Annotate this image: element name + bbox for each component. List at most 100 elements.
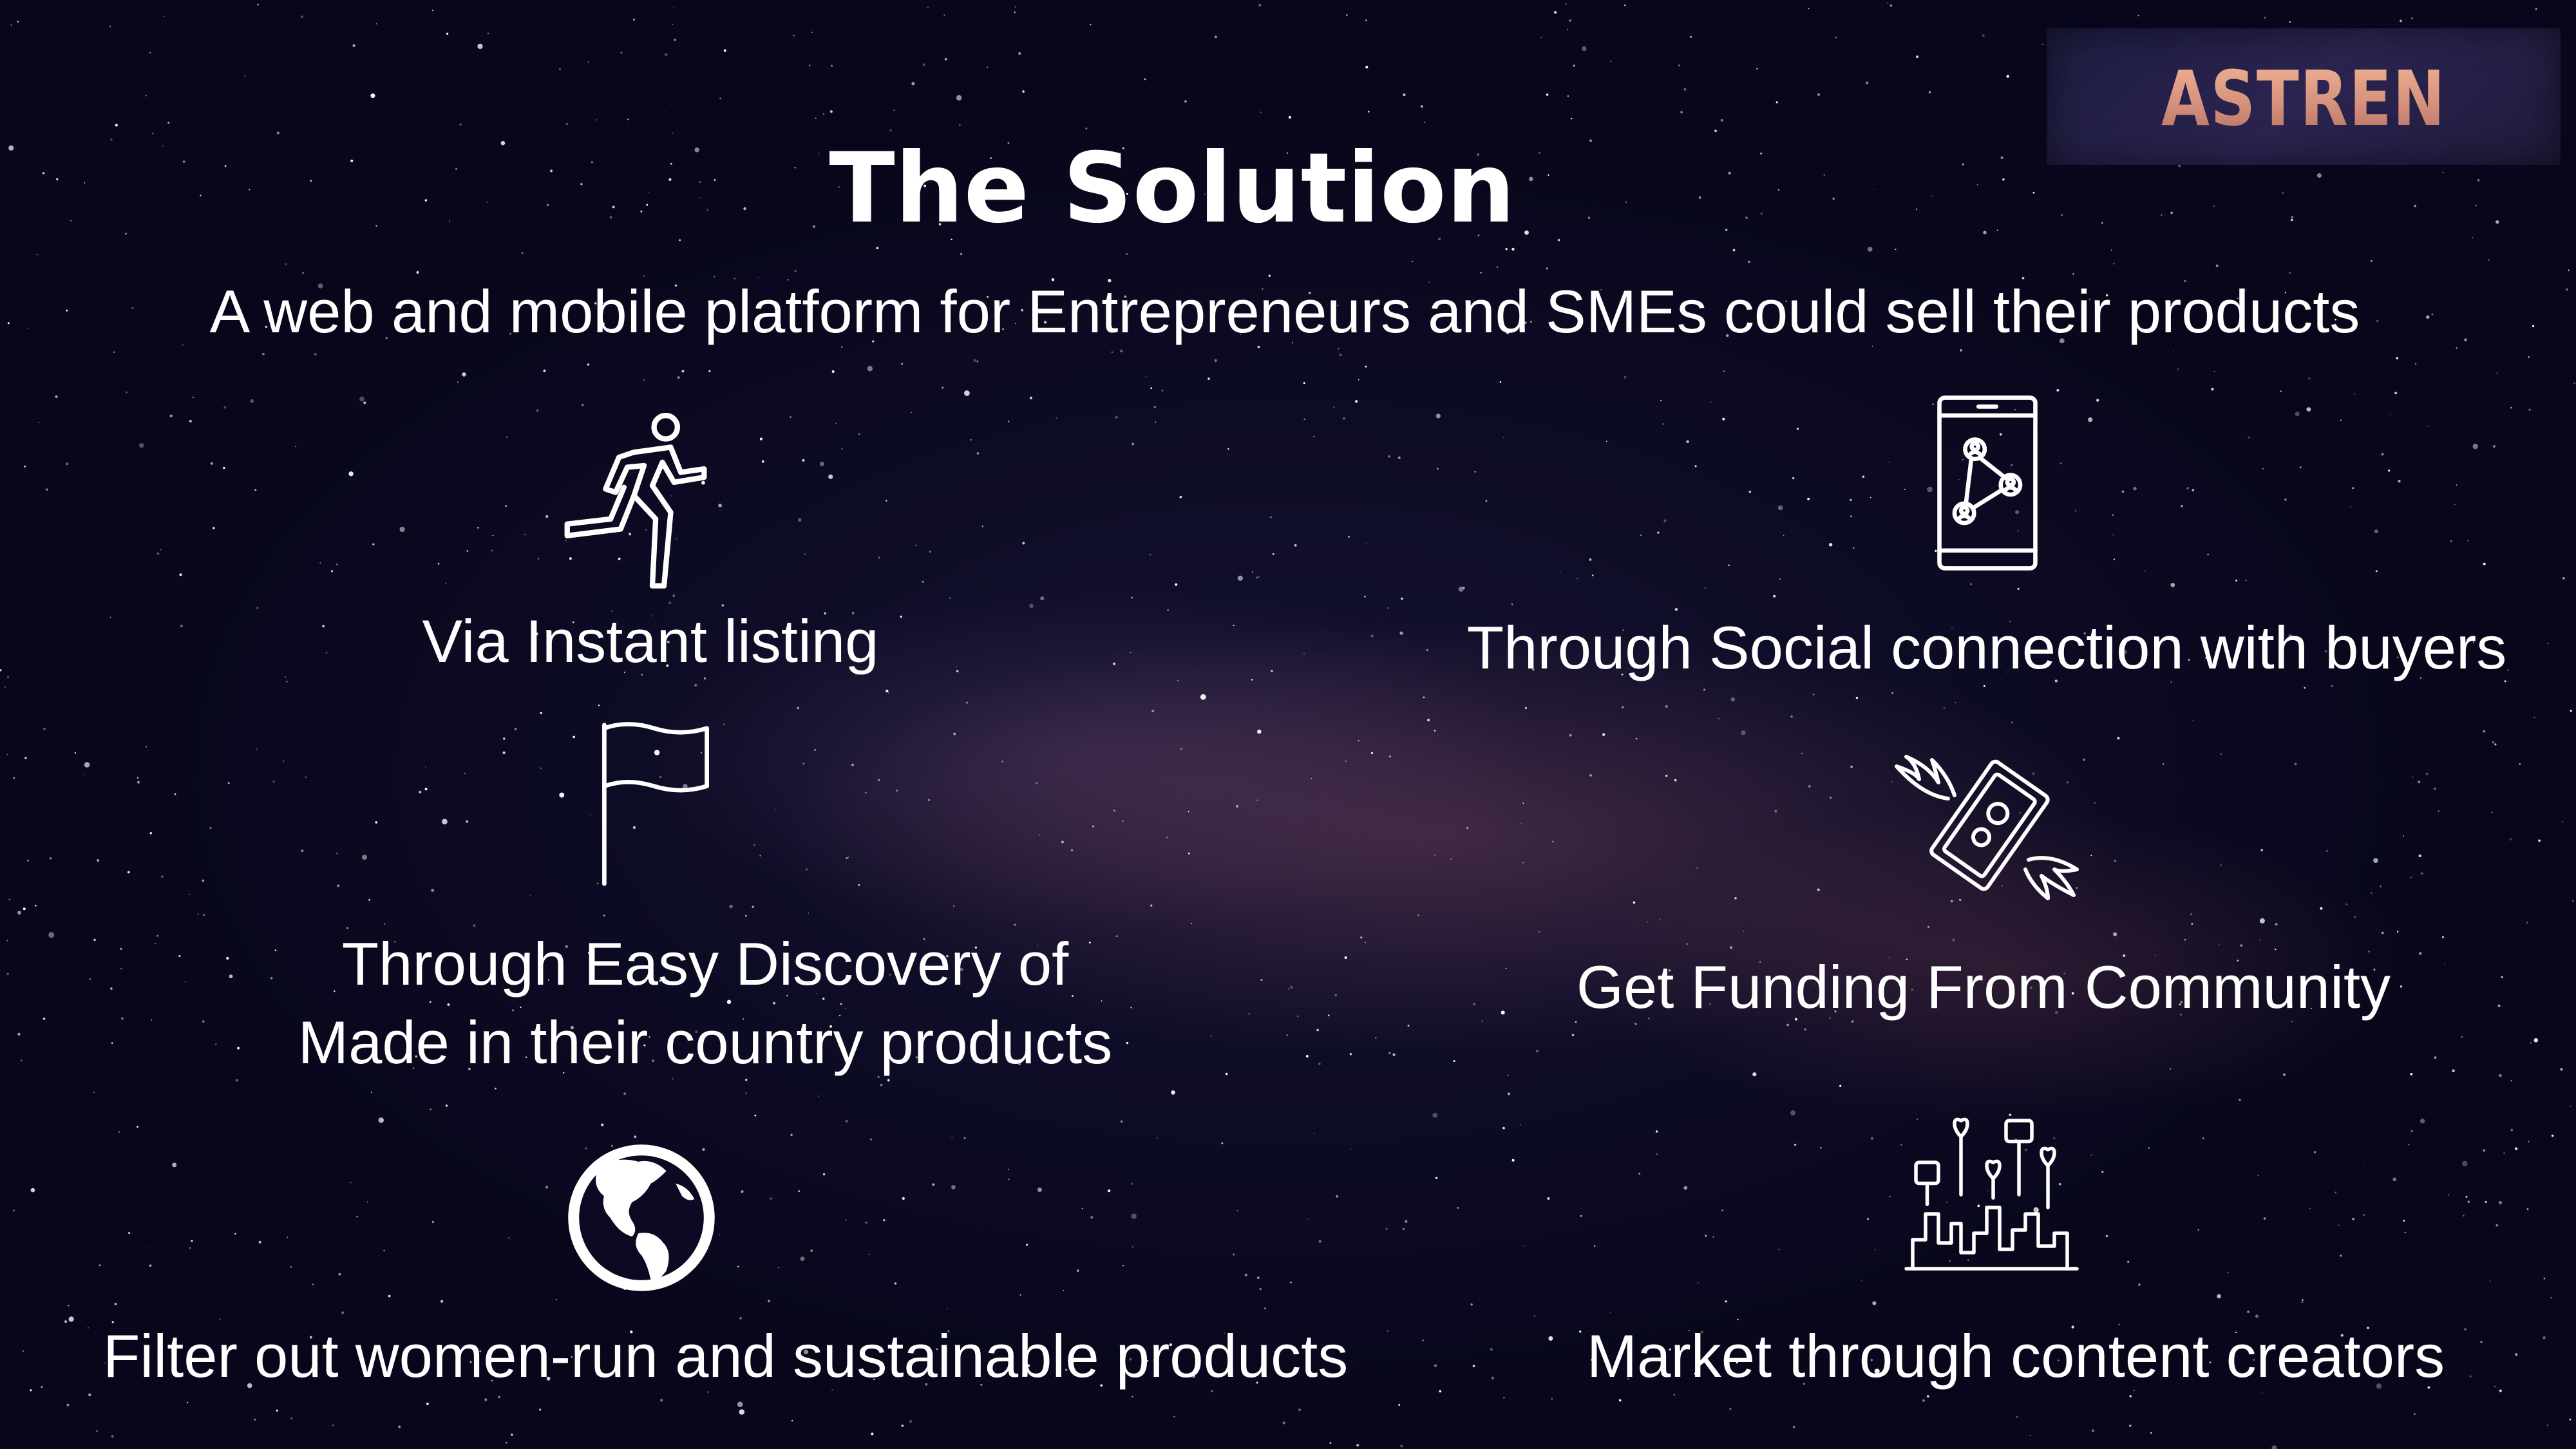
star — [350, 1182, 352, 1184]
star — [431, 1220, 435, 1224]
star — [1503, 1396, 1505, 1399]
feature-filter-products: Filter out women-run and sustainable pro… — [103, 1322, 1349, 1390]
star — [38, 422, 40, 423]
star — [378, 1117, 384, 1123]
star — [1338, 348, 1340, 350]
star — [1605, 440, 1607, 442]
star — [835, 422, 837, 424]
star — [372, 543, 375, 545]
star — [1286, 1034, 1288, 1036]
star — [290, 1266, 292, 1268]
star — [2354, 393, 2356, 395]
star — [2137, 15, 2139, 17]
star — [2088, 417, 2093, 422]
star — [244, 75, 246, 77]
star — [376, 23, 377, 24]
star — [1582, 46, 1587, 52]
star — [745, 914, 747, 917]
star — [2467, 1200, 2470, 1203]
star — [2398, 480, 2401, 483]
star — [1895, 249, 1897, 251]
star — [1741, 730, 1746, 735]
star — [2387, 469, 2391, 472]
star — [180, 624, 184, 628]
star — [2569, 1418, 2571, 1421]
star — [2404, 1231, 2406, 1233]
star — [946, 1308, 948, 1310]
star — [2239, 1099, 2241, 1101]
star — [285, 676, 287, 677]
star — [84, 762, 90, 768]
star — [1501, 1010, 1505, 1015]
star — [2450, 540, 2452, 543]
star — [1871, 1137, 1873, 1140]
star — [336, 853, 338, 855]
star — [2494, 743, 2497, 746]
star — [1646, 921, 1649, 923]
star — [1435, 413, 1441, 419]
star — [956, 95, 962, 101]
star — [511, 1434, 513, 1436]
star — [1188, 811, 1189, 813]
star — [1071, 849, 1073, 851]
star — [902, 1197, 905, 1200]
star — [2302, 1299, 2304, 1301]
star — [2041, 43, 2043, 46]
star — [2410, 876, 2412, 878]
star — [880, 1084, 883, 1086]
star — [878, 779, 880, 781]
star — [823, 113, 824, 115]
star — [160, 875, 164, 878]
star — [1432, 1112, 1438, 1118]
star — [1889, 4, 1893, 7]
feature-easy-discovery-line1: Through Easy Discovery of — [341, 930, 1069, 998]
star — [383, 1249, 385, 1252]
star — [1952, 938, 1955, 942]
star — [1748, 490, 1752, 493]
star — [1792, 477, 1795, 480]
star — [2248, 436, 2250, 439]
star — [1282, 1421, 1285, 1425]
star — [1333, 406, 1335, 408]
star — [1610, 61, 1612, 62]
star — [388, 1294, 391, 1298]
star — [2207, 554, 2209, 556]
star — [2247, 1311, 2249, 1313]
star — [1260, 978, 1263, 981]
star — [189, 420, 192, 422]
star — [1210, 1035, 1212, 1037]
star — [2271, 1445, 2277, 1449]
star — [2467, 540, 2469, 542]
star — [2425, 772, 2429, 775]
star — [45, 488, 48, 491]
star — [55, 395, 58, 398]
star — [2538, 839, 2541, 842]
star — [2535, 8, 2537, 10]
star — [2190, 913, 2193, 916]
star — [900, 363, 904, 365]
star — [2483, 1149, 2486, 1152]
star — [1008, 1168, 1009, 1170]
star — [64, 1320, 67, 1323]
star — [2483, 562, 2486, 565]
star — [120, 947, 122, 950]
star — [2488, 259, 2490, 261]
star — [1960, 349, 1962, 352]
star — [2441, 936, 2445, 938]
star — [202, 1020, 205, 1023]
star — [2094, 802, 2096, 804]
star — [1439, 1390, 1442, 1393]
star — [2227, 1271, 2229, 1273]
star — [1405, 1220, 1408, 1223]
star — [729, 904, 733, 909]
star — [30, 1188, 35, 1193]
star — [109, 616, 111, 618]
star — [540, 767, 542, 769]
star — [1591, 574, 1594, 576]
star — [2113, 932, 2117, 936]
star — [2568, 269, 2570, 272]
star — [99, 1264, 101, 1267]
star — [1108, 1189, 1111, 1193]
star — [2389, 413, 2391, 415]
star — [2543, 1336, 2546, 1340]
